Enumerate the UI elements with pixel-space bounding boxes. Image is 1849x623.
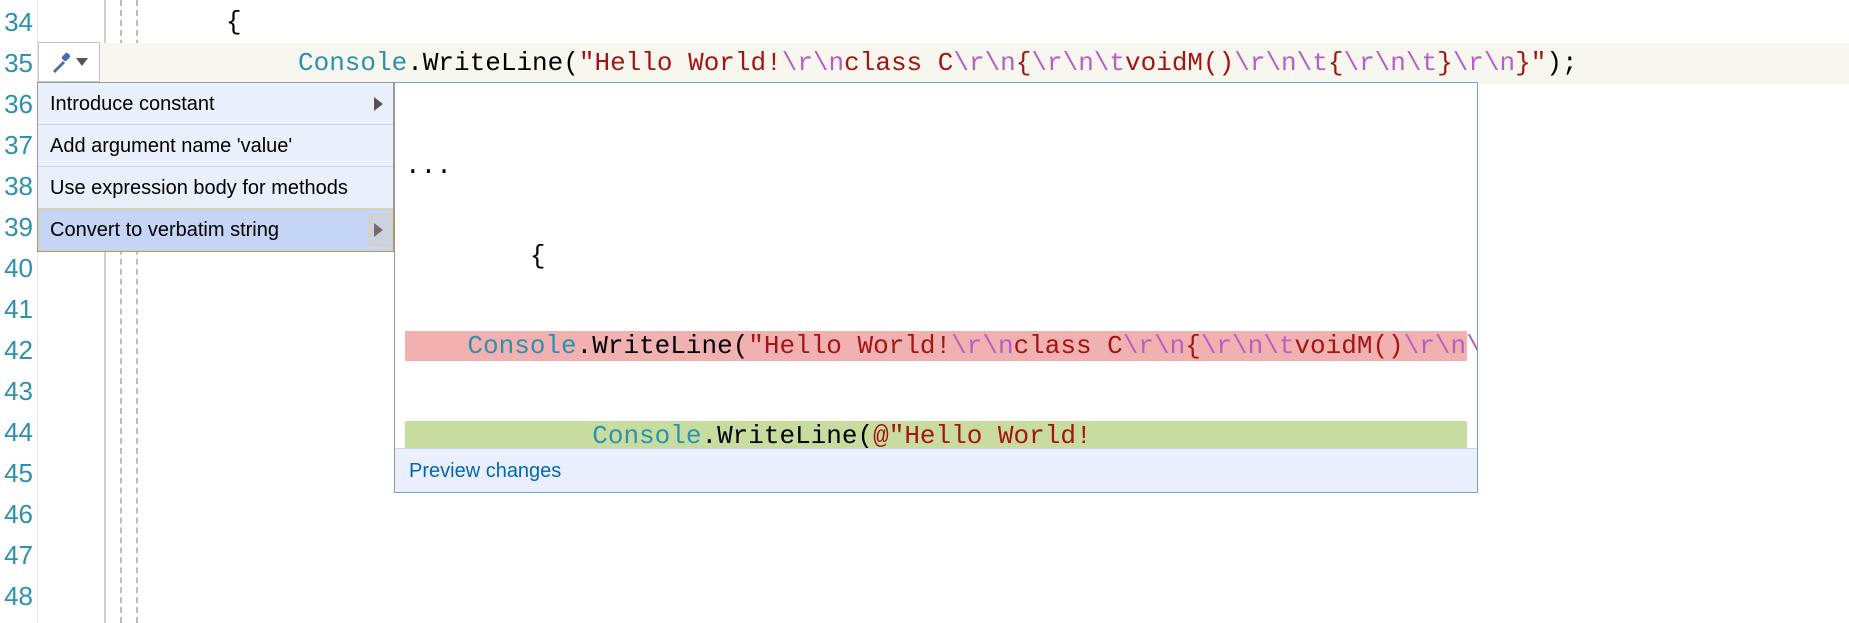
code-editor[interactable]: { Console.WriteLine("Hello World!\r\ncla… <box>38 0 1849 623</box>
line-number: 47 <box>0 535 37 576</box>
diff-line-added: Console.WriteLine(@"Hello World! <box>405 421 1467 448</box>
preview-changes-link[interactable]: Preview changes <box>409 460 561 482</box>
menu-item-convert-to-verbatim-string[interactable]: Convert to verbatim string <box>38 209 393 251</box>
preview-footer: Preview changes <box>395 448 1477 492</box>
line-number-gutter: 34 35 36 37 38 39 40 41 42 43 44 45 46 4… <box>0 0 38 623</box>
menu-item-introduce-constant[interactable]: Introduce constant <box>38 83 393 125</box>
line-number: 40 <box>0 248 37 289</box>
line-number: 48 <box>0 576 37 617</box>
menu-label: Use expression body for methods <box>50 177 348 199</box>
diff-line: { <box>405 241 1467 271</box>
screwdriver-icon <box>50 50 72 74</box>
diff-line-removed: Console.WriteLine("Hello World!\r\nclass… <box>405 331 1467 361</box>
line-number: 34 <box>0 2 37 43</box>
chevron-right-icon <box>374 97 383 111</box>
preview-diff: ... { Console.WriteLine("Hello World!\r\… <box>395 83 1477 448</box>
code-line: { <box>38 2 1849 43</box>
line-number: 46 <box>0 494 37 535</box>
line-number: 37 <box>0 125 37 166</box>
quick-actions-menu: Introduce constant Add argument name 'va… <box>37 82 394 252</box>
quick-actions-button[interactable] <box>38 42 100 82</box>
diff-line: ... <box>405 151 1467 181</box>
preview-panel: ... { Console.WriteLine("Hello World!\r\… <box>394 82 1478 493</box>
line-number: 44 <box>0 412 37 453</box>
code-line: Console.WriteLine("Hello World!\r\nclass… <box>38 43 1849 84</box>
menu-item-use-expression-body[interactable]: Use expression body for methods <box>38 167 393 209</box>
line-number: 36 <box>0 84 37 125</box>
menu-item-add-argument-name[interactable]: Add argument name 'value' <box>38 125 393 167</box>
line-number: 38 <box>0 166 37 207</box>
menu-label: Introduce constant <box>50 93 215 115</box>
chevron-right-icon <box>374 223 383 237</box>
line-number: 35 <box>0 43 37 84</box>
line-number: 43 <box>0 371 37 412</box>
line-number: 41 <box>0 289 37 330</box>
menu-label: Convert to verbatim string <box>50 219 279 241</box>
line-number: 42 <box>0 330 37 371</box>
line-number: 45 <box>0 453 37 494</box>
chevron-down-icon <box>76 58 88 66</box>
line-number: 39 <box>0 207 37 248</box>
menu-label: Add argument name 'value' <box>50 135 292 157</box>
